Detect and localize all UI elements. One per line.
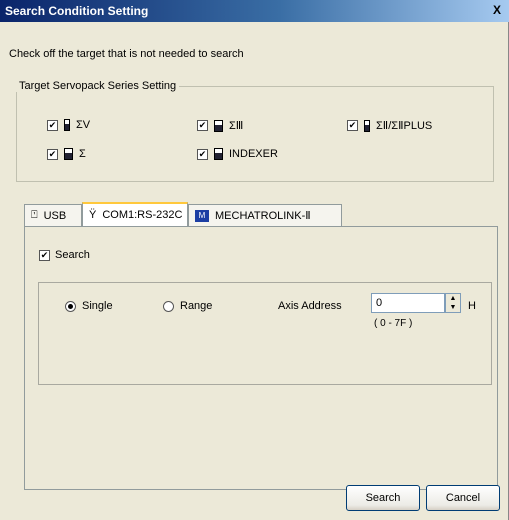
tab-usb[interactable]: ⍞ USB <box>24 204 82 226</box>
close-icon[interactable]: X <box>493 3 509 19</box>
checkbox-box[interactable] <box>347 120 358 131</box>
checkbox-box[interactable] <box>197 120 208 131</box>
servopack-icon <box>64 119 70 131</box>
radio-label: Single <box>82 300 113 312</box>
servopack-icon <box>364 119 370 132</box>
indexer-icon <box>214 148 223 160</box>
com-port-icon: Ÿ <box>89 209 97 221</box>
hex-unit-label: H <box>468 300 476 312</box>
series-label: ΣⅡ/ΣⅡPLUS <box>376 120 433 132</box>
series-checkbox-sigma-v[interactable]: ΣV <box>47 119 90 131</box>
instruction-text: Check off the target that is not needed … <box>9 48 244 60</box>
tab-label: COM1:RS-232C <box>102 209 183 221</box>
series-checkbox-sigma-ii-plus[interactable]: ΣⅡ/ΣⅡPLUS <box>347 119 432 132</box>
radio-dot[interactable] <box>65 300 76 312</box>
series-label: ΣV <box>76 119 91 131</box>
spin-down-icon[interactable]: ▼ <box>446 303 460 312</box>
radio-single[interactable]: Single <box>65 300 113 312</box>
window-title: Search Condition Setting <box>5 4 149 18</box>
search-condition-dialog: Search Condition Setting X Check off the… <box>0 0 509 520</box>
series-group <box>16 86 494 182</box>
search-checkbox-label: Search <box>55 249 90 261</box>
title-bar[interactable]: Search Condition Setting X <box>0 0 509 22</box>
radio-dot[interactable] <box>163 300 174 312</box>
tab-label: USB <box>43 209 67 222</box>
spin-up-icon[interactable]: ▲ <box>446 294 460 303</box>
cancel-button[interactable]: Cancel <box>426 485 500 511</box>
axis-range-hint: ( 0 - 7F ) <box>374 318 413 329</box>
radio-label: Range <box>180 300 213 312</box>
checkbox-box[interactable] <box>197 148 208 160</box>
axis-address-spinner[interactable]: ▲ ▼ <box>445 293 461 313</box>
tab-mechatrolink[interactable]: M MECHATROLINK-Ⅱ <box>188 204 342 226</box>
axis-address-label: Axis Address <box>278 300 342 312</box>
servopack-icon <box>64 148 73 160</box>
usb-icon: ⍞ <box>31 209 38 221</box>
checkbox-box[interactable] <box>39 249 50 261</box>
radio-range[interactable]: Range <box>163 300 212 312</box>
servopack-icon <box>214 119 223 132</box>
series-checkbox-sigma-iii[interactable]: ΣⅢ <box>197 119 243 132</box>
checkbox-box[interactable] <box>47 119 58 131</box>
series-label: INDEXER <box>229 148 278 160</box>
search-button[interactable]: Search <box>346 485 420 511</box>
series-label: Σ <box>79 148 86 160</box>
series-label: ΣⅢ <box>229 120 244 132</box>
search-checkbox[interactable]: Search <box>39 249 90 261</box>
series-checkbox-sigma[interactable]: Σ <box>47 148 86 160</box>
series-group-legend: Target Servopack Series Setting <box>16 80 180 92</box>
mechatrolink-icon: M <box>195 209 209 222</box>
axis-address-input[interactable] <box>371 293 445 313</box>
checkbox-box[interactable] <box>47 148 58 160</box>
series-checkbox-indexer[interactable]: INDEXER <box>197 148 278 160</box>
tab-com1-rs232c[interactable]: Ÿ COM1:RS-232C <box>82 202 188 226</box>
tab-label: MECHATROLINK-Ⅱ <box>215 210 311 222</box>
